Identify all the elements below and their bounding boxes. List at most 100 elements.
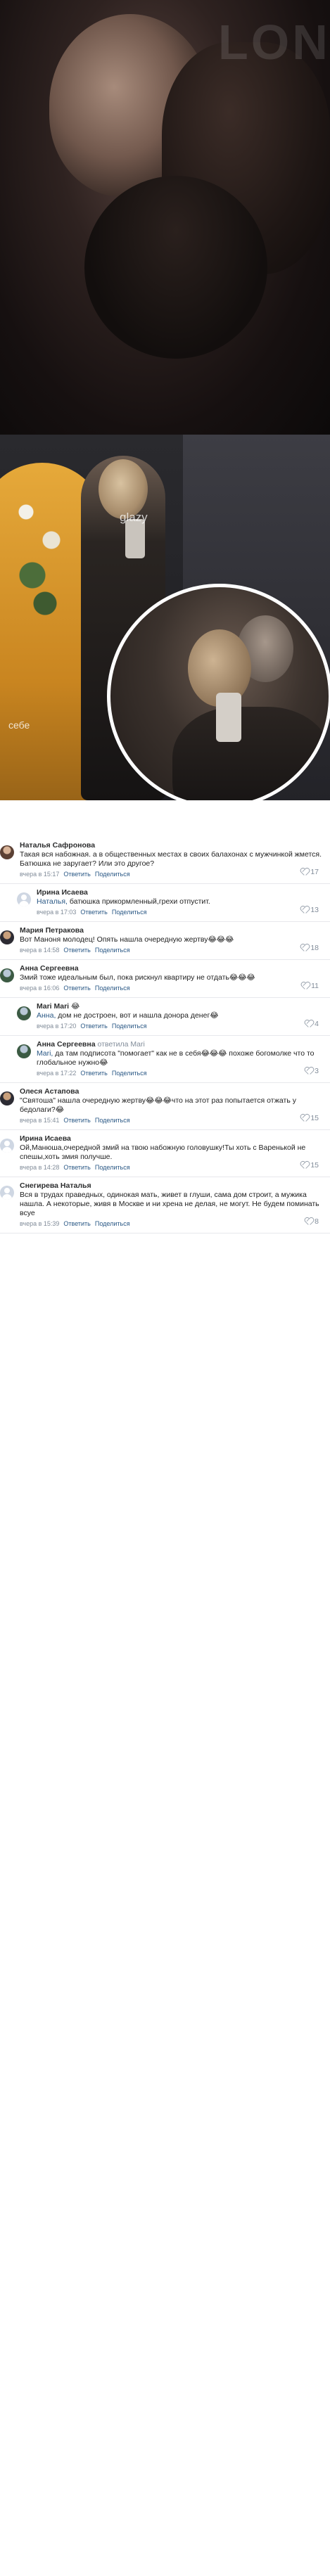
comment-time: вчера в 14:28 — [20, 1164, 60, 1171]
comment-text: "Святоша" нашла очередную жертву😂😂😂что н… — [20, 1096, 326, 1115]
like-button[interactable]: 13 — [300, 906, 319, 914]
comment-time: вчера в 15:17 — [20, 871, 60, 878]
avatar[interactable] — [0, 930, 14, 944]
photo-flowers — [7, 484, 70, 624]
share-button[interactable]: Поделиться — [112, 1070, 147, 1077]
comment-text: Такая вся набожная. а в общественных мес… — [20, 850, 326, 869]
heart-icon — [300, 1162, 308, 1169]
comment-author[interactable]: Наталья Сафронова — [20, 841, 95, 850]
reply-button[interactable]: Ответить — [63, 1220, 90, 1227]
reply-button[interactable]: Ответить — [80, 909, 107, 916]
like-button[interactable]: 15 — [300, 1114, 319, 1122]
comment-text-content: да там подписота "помогает" как не в себ… — [37, 1049, 315, 1067]
like-button[interactable]: 3 — [305, 1067, 319, 1075]
share-button[interactable]: Поделиться — [112, 1023, 147, 1030]
comment-meta: вчера в 17:20 Ответить Поделиться — [37, 1022, 326, 1031]
avatar[interactable] — [0, 1139, 14, 1153]
comment-text-content: Змий тоже идеальным был, пока рискнул кв… — [20, 973, 255, 982]
photo-circle-phone — [216, 693, 241, 742]
comment-text: Mari, да там подписота "помогает" как не… — [37, 1049, 326, 1068]
comment-author-line: Снегирева Наталья — [20, 1181, 326, 1191]
avatar[interactable] — [17, 892, 31, 906]
comment-time: вчера в 17:22 — [37, 1070, 77, 1077]
comment-author-line: Ирина Исаева — [20, 1134, 326, 1143]
share-button[interactable]: Поделиться — [95, 871, 130, 878]
comment-text: Наталья, батюшка прикормленный,грехи отп… — [37, 897, 326, 906]
comment-text-content: "Святоша" нашла очередную жертву😂😂😂что н… — [20, 1096, 296, 1114]
comment-author[interactable]: Ирина Исаева — [37, 888, 88, 897]
comment-text-content: Ой,Манюша,очередной змий на твою набожну… — [20, 1143, 306, 1161]
comment-body: Олеся Астапова "Святоша" нашла очередную … — [20, 1087, 330, 1125]
reply-button[interactable]: Ответить — [63, 985, 90, 992]
reply-button[interactable]: Ответить — [80, 1070, 107, 1077]
heart-icon — [300, 906, 308, 914]
comment-body: Наталья Сафронова Такая вся набожная. а в… — [20, 841, 330, 879]
heart-icon — [300, 869, 308, 876]
reply-button[interactable]: Ответить — [80, 1023, 107, 1030]
like-count: 11 — [311, 982, 319, 990]
comment-divider — [0, 883, 330, 884]
heart-icon — [300, 944, 308, 951]
like-button[interactable]: 4 — [305, 1020, 319, 1028]
comment-meta: вчера в 17:03 Ответить Поделиться — [37, 908, 326, 917]
avatar[interactable] — [17, 1006, 31, 1020]
comment-author[interactable]: Снегирева Наталья — [20, 1181, 91, 1190]
comment-time: вчера в 16:06 — [20, 985, 60, 992]
comment-time: вчера в 17:20 — [37, 1023, 77, 1030]
share-button[interactable]: Поделиться — [95, 1164, 130, 1171]
avatar[interactable] — [0, 1091, 14, 1106]
comment-text-content: батюшка прикормленный,грехи отпустит. — [67, 897, 210, 906]
comment-reply-to[interactable]: ответила Mari — [97, 1040, 144, 1049]
share-button[interactable]: Поделиться — [95, 1220, 130, 1227]
photo-side-text: себе — [8, 719, 30, 731]
share-button[interactable]: Поделиться — [95, 947, 130, 954]
reply-button[interactable]: Ответить — [63, 1117, 90, 1124]
like-button[interactable]: 17 — [300, 868, 319, 876]
comment-mention[interactable]: Наталья, — [37, 897, 68, 906]
comment-time: вчера в 17:03 — [37, 909, 77, 916]
comment-divider — [0, 921, 330, 922]
like-count: 13 — [310, 906, 319, 914]
comment-author[interactable]: Мария Петракова — [20, 926, 84, 935]
comment-divider — [0, 1129, 330, 1130]
photo-tag: glazy — [120, 511, 148, 524]
heart-icon — [305, 1068, 312, 1075]
reply-button[interactable]: Ответить — [63, 947, 90, 954]
comment-author[interactable]: Mari Mari 😂 — [37, 1002, 80, 1011]
comment-text: Ой,Манюша,очередной змий на твою набожну… — [20, 1143, 326, 1162]
comment: Анна Сергеевна Змий тоже идеальным был, п… — [0, 964, 330, 993]
avatar[interactable] — [0, 968, 14, 982]
comment-author-line: Олеся Астапова — [20, 1087, 326, 1096]
avatar[interactable] — [17, 1044, 31, 1058]
share-button[interactable]: Поделиться — [95, 1117, 130, 1124]
comment-text-content: Вот Маноня молодец! Опять нашла очередну… — [20, 935, 234, 944]
like-button[interactable]: 8 — [305, 1217, 319, 1226]
avatar[interactable] — [0, 845, 14, 859]
reply-button[interactable]: Ответить — [63, 1164, 90, 1171]
photo-figure — [84, 176, 267, 359]
reply-button[interactable]: Ответить — [63, 871, 90, 878]
like-button[interactable]: 11 — [301, 982, 319, 990]
comment-text: Вот Маноня молодец! Опять нашла очередну… — [20, 935, 326, 944]
comment-author[interactable]: Анна Сергеевна — [20, 964, 79, 973]
comment-mention[interactable]: Анна, — [37, 1011, 56, 1020]
like-count: 8 — [315, 1217, 319, 1226]
comment-author[interactable]: Олеся Астапова — [20, 1087, 79, 1096]
like-button[interactable]: 15 — [300, 1161, 319, 1170]
comment-body: Ирина Исаева Наталья, батюшка прикормленн… — [37, 888, 330, 917]
comment: Ирина Исаева Ой,Манюша,очередной змий на … — [0, 1134, 330, 1172]
comment-author-line: Наталья Сафронова — [20, 841, 326, 850]
heart-icon — [301, 982, 309, 989]
heart-icon — [305, 1020, 312, 1027]
comment-author-line: Анна Сергеевна — [20, 964, 326, 973]
comment-meta: вчера в 14:58 Ответить Поделиться — [20, 946, 326, 955]
comment-mention[interactable]: Mari, — [37, 1049, 53, 1058]
comment-author[interactable]: Анна Сергеевна — [37, 1040, 96, 1049]
like-button[interactable]: 18 — [300, 944, 319, 952]
avatar[interactable] — [0, 1186, 14, 1200]
comment-author-line: Мария Петракова — [20, 926, 326, 935]
comment-text-content: Вся в трудах праведных, одинокая мать, ж… — [20, 1191, 319, 1217]
share-button[interactable]: Поделиться — [112, 909, 147, 916]
share-button[interactable]: Поделиться — [95, 985, 130, 992]
comment-author[interactable]: Ирина Исаева — [20, 1134, 71, 1143]
